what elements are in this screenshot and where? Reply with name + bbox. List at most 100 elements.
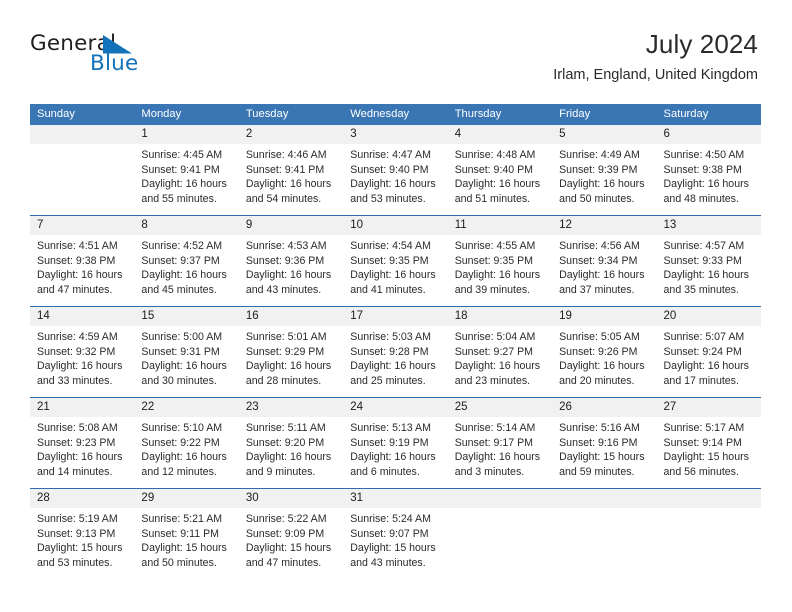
day-number[interactable]: 28 xyxy=(30,489,134,508)
day-number[interactable]: 21 xyxy=(30,398,134,417)
day-cell[interactable]: Sunrise: 4:50 AM Sunset: 9:38 PM Daylight:… xyxy=(657,144,761,215)
week-detail-band: Sunrise: 4:45 AM Sunset: 9:41 PM Daylight:… xyxy=(30,144,761,215)
day-cell[interactable]: Sunrise: 4:54 AM Sunset: 9:35 PM Daylight:… xyxy=(343,235,447,306)
day-detail-line: Sunrise: 5:17 AM xyxy=(663,422,745,434)
day-number[interactable] xyxy=(657,489,761,508)
day-number[interactable]: 5 xyxy=(552,125,656,144)
day-number[interactable]: 17 xyxy=(343,307,447,326)
day-detail-line: Sunset: 9:19 PM xyxy=(350,436,429,449)
day-number[interactable]: 29 xyxy=(134,489,238,508)
day-cell[interactable]: Sunrise: 5:22 AM Sunset: 9:09 PM Daylight:… xyxy=(239,508,343,579)
day-cell[interactable]: Sunrise: 5:13 AM Sunset: 9:19 PM Daylight:… xyxy=(343,417,447,488)
day-number[interactable] xyxy=(552,489,656,508)
day-detail-line: Sunset: 9:38 PM xyxy=(663,163,742,176)
day-detail-line: Daylight: 16 hours xyxy=(559,269,645,282)
day-number[interactable]: 10 xyxy=(343,216,447,235)
day-detail-line: and 30 minutes. xyxy=(141,374,217,387)
day-cell[interactable]: Sunrise: 5:19 AM Sunset: 9:13 PM Daylight:… xyxy=(30,508,134,579)
day-number[interactable]: 16 xyxy=(239,307,343,326)
day-number[interactable]: 25 xyxy=(448,398,552,417)
day-cell[interactable]: Sunrise: 5:05 AM Sunset: 9:26 PM Daylight:… xyxy=(552,326,656,397)
day-cell[interactable] xyxy=(448,508,552,579)
day-detail-line: Sunrise: 4:46 AM xyxy=(245,149,327,161)
day-detail-line: and 47 minutes. xyxy=(245,556,322,569)
day-cell[interactable] xyxy=(657,508,761,579)
day-cell[interactable]: Sunrise: 5:11 AM Sunset: 9:20 PM Daylight:… xyxy=(239,417,343,488)
day-cell[interactable]: Sunrise: 4:55 AM Sunset: 9:35 PM Daylight:… xyxy=(448,235,552,306)
day-number[interactable]: 12 xyxy=(552,216,656,235)
day-number[interactable]: 26 xyxy=(552,398,656,417)
day-detail-line: Sunset: 9:07 PM xyxy=(350,527,429,540)
week-detail-band: Sunrise: 5:08 AM Sunset: 9:23 PM Daylight:… xyxy=(30,417,761,488)
week-date-band: 7 8 9 10 11 12 13 xyxy=(30,216,761,235)
day-number[interactable]: 24 xyxy=(343,398,447,417)
day-number[interactable]: 30 xyxy=(239,489,343,508)
day-number[interactable]: 13 xyxy=(657,216,761,235)
day-cell[interactable]: Sunrise: 4:51 AM Sunset: 9:38 PM Daylight:… xyxy=(30,235,134,306)
day-number[interactable]: 4 xyxy=(448,125,552,144)
weekday-header-sunday: Sunday xyxy=(37,108,75,120)
day-number[interactable]: 22 xyxy=(134,398,238,417)
day-cell[interactable]: Sunrise: 4:59 AM Sunset: 9:32 PM Daylight:… xyxy=(30,326,134,397)
day-cell[interactable]: Sunrise: 5:10 AM Sunset: 9:22 PM Daylight:… xyxy=(134,417,238,488)
day-cell[interactable]: Sunrise: 4:56 AM Sunset: 9:34 PM Daylight:… xyxy=(552,235,656,306)
day-cell[interactable]: Sunrise: 5:24 AM Sunset: 9:07 PM Daylight:… xyxy=(343,508,447,579)
day-cell[interactable] xyxy=(552,508,656,579)
day-cell[interactable]: Sunrise: 5:08 AM Sunset: 9:23 PM Daylight:… xyxy=(30,417,134,488)
day-detail-line: and 41 minutes. xyxy=(350,283,426,296)
day-number[interactable]: 7 xyxy=(30,216,134,235)
day-detail-line: Sunrise: 4:54 AM xyxy=(350,240,431,252)
day-cell[interactable]: Sunrise: 4:45 AM Sunset: 9:41 PM Daylight:… xyxy=(134,144,238,215)
day-cell[interactable]: Sunrise: 4:48 AM Sunset: 9:40 PM Daylight:… xyxy=(448,144,552,215)
day-number[interactable]: 14 xyxy=(30,307,134,326)
day-detail-line: and 43 minutes. xyxy=(245,283,322,296)
day-cell[interactable]: Sunrise: 4:46 AM Sunset: 9:41 PM Daylight:… xyxy=(239,144,343,215)
day-detail-line: Daylight: 15 hours xyxy=(37,542,123,555)
day-cell[interactable]: Sunrise: 4:47 AM Sunset: 9:40 PM Daylight:… xyxy=(343,144,447,215)
day-cell[interactable]: Sunrise: 4:57 AM Sunset: 9:33 PM Daylight:… xyxy=(657,235,761,306)
day-number[interactable]: 11 xyxy=(448,216,552,235)
day-cell[interactable]: Sunrise: 5:14 AM Sunset: 9:17 PM Daylight:… xyxy=(448,417,552,488)
day-cell[interactable]: Sunrise: 5:03 AM Sunset: 9:28 PM Daylight:… xyxy=(343,326,447,397)
day-cell[interactable]: Sunrise: 5:07 AM Sunset: 9:24 PM Daylight:… xyxy=(657,326,761,397)
day-number[interactable]: 6 xyxy=(657,125,761,144)
day-number[interactable]: 18 xyxy=(448,307,552,326)
day-detail-line: and 12 minutes. xyxy=(141,465,217,478)
page-title: July 2024 xyxy=(645,29,758,59)
day-cell[interactable]: Sunrise: 4:49 AM Sunset: 9:39 PM Daylight:… xyxy=(552,144,656,215)
day-number[interactable]: 31 xyxy=(343,489,447,508)
day-cell[interactable]: Sunrise: 5:00 AM Sunset: 9:31 PM Daylight:… xyxy=(134,326,238,397)
weekday-header-monday: Monday xyxy=(141,108,182,120)
day-detail-line: Sunset: 9:33 PM xyxy=(663,254,742,267)
day-number[interactable]: 1 xyxy=(134,125,238,144)
day-number[interactable]: 15 xyxy=(134,307,238,326)
day-detail-line: and 55 minutes. xyxy=(141,192,217,205)
day-number[interactable]: 9 xyxy=(239,216,343,235)
day-detail-line: Sunrise: 5:07 AM xyxy=(663,331,745,343)
day-cell[interactable]: Sunrise: 4:53 AM Sunset: 9:36 PM Daylight:… xyxy=(239,235,343,306)
day-cell[interactable]: Sunrise: 5:21 AM Sunset: 9:11 PM Daylight:… xyxy=(134,508,238,579)
day-detail-line: Daylight: 16 hours xyxy=(663,178,749,191)
day-cell[interactable]: Sunrise: 5:04 AM Sunset: 9:27 PM Daylight:… xyxy=(448,326,552,397)
day-number[interactable] xyxy=(30,125,134,144)
day-detail-line: Daylight: 16 hours xyxy=(37,269,123,282)
day-number[interactable]: 19 xyxy=(552,307,656,326)
day-detail-line: Daylight: 15 hours xyxy=(663,451,749,464)
day-cell[interactable]: Sunrise: 5:17 AM Sunset: 9:14 PM Daylight:… xyxy=(657,417,761,488)
day-detail-line: Sunrise: 5:11 AM xyxy=(245,422,326,434)
day-number[interactable]: 2 xyxy=(239,125,343,144)
day-number[interactable]: 27 xyxy=(657,398,761,417)
day-detail-line: and 17 minutes. xyxy=(663,374,739,387)
location-subtitle: Irlam, England, United Kingdom xyxy=(553,67,758,83)
day-cell[interactable]: Sunrise: 4:52 AM Sunset: 9:37 PM Daylight:… xyxy=(134,235,238,306)
day-number[interactable]: 23 xyxy=(239,398,343,417)
day-number[interactable]: 3 xyxy=(343,125,447,144)
day-number[interactable]: 20 xyxy=(657,307,761,326)
day-cell[interactable]: Sunrise: 5:01 AM Sunset: 9:29 PM Daylight:… xyxy=(239,326,343,397)
day-number[interactable] xyxy=(448,489,552,508)
day-detail-line: Sunrise: 4:53 AM xyxy=(245,240,327,252)
day-cell[interactable]: Sunrise: 5:16 AM Sunset: 9:16 PM Daylight:… xyxy=(552,417,656,488)
brand-logo[interactable]: General Blue xyxy=(30,32,260,88)
day-number[interactable]: 8 xyxy=(134,216,238,235)
day-cell[interactable] xyxy=(30,144,134,215)
